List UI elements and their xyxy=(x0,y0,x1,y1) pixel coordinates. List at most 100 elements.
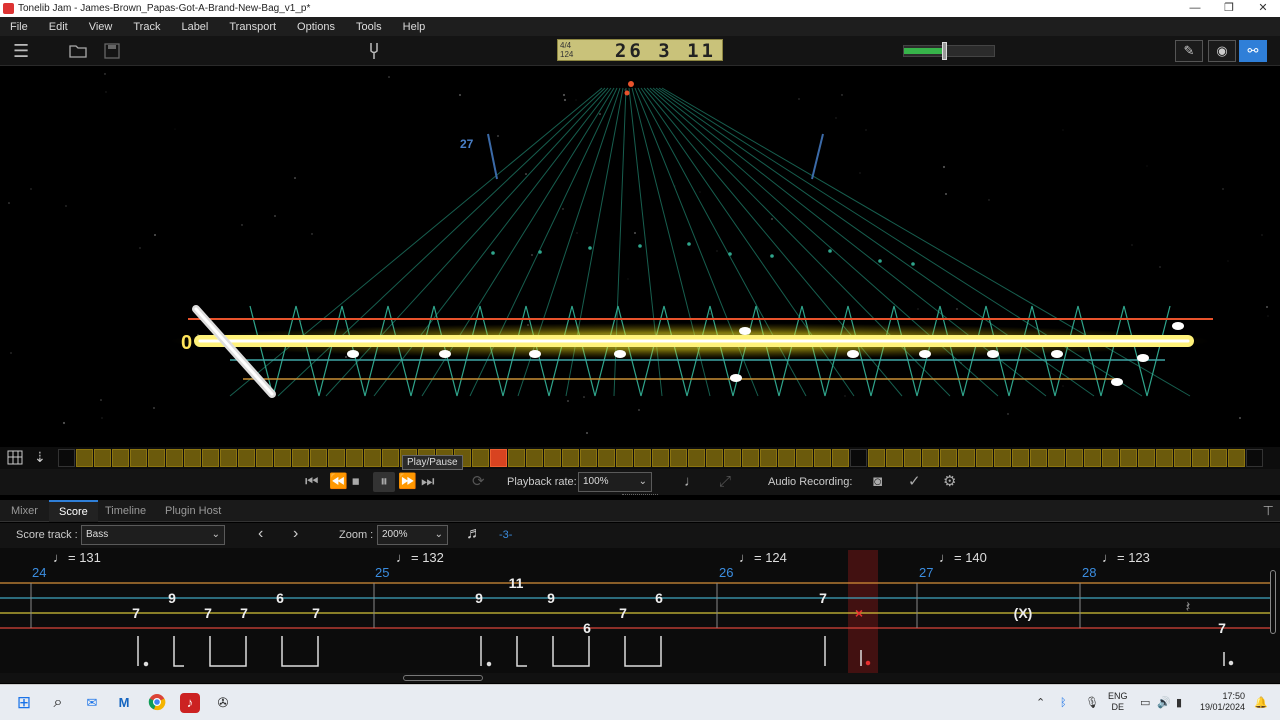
grid-view-icon[interactable] xyxy=(7,450,23,470)
menu-view[interactable]: View xyxy=(89,21,113,33)
tab-note[interactable]: 9 xyxy=(168,590,176,606)
save-icon[interactable] xyxy=(104,36,120,66)
tab-note[interactable]: 7 xyxy=(312,605,320,621)
timeline-bar[interactable] xyxy=(166,449,183,467)
timeline-bar[interactable] xyxy=(328,449,345,467)
chrome-icon[interactable] xyxy=(147,693,167,713)
timeline-bar[interactable] xyxy=(382,449,399,467)
timeline-bar[interactable] xyxy=(1120,449,1137,467)
timeline-bar[interactable] xyxy=(112,449,129,467)
open-folder-icon[interactable] xyxy=(69,36,87,66)
microphone-icon[interactable]: 🎙 xyxy=(1085,685,1099,720)
timeline-bar[interactable] xyxy=(58,449,75,467)
tab-note[interactable]: 7 xyxy=(819,590,827,606)
loop-icon[interactable]: ⟳ xyxy=(472,472,485,492)
timeline-current-bar[interactable] xyxy=(490,449,507,467)
timeline-bar[interactable] xyxy=(976,449,993,467)
horizontal-scrollbar[interactable] xyxy=(0,673,1280,683)
timeline-bar[interactable] xyxy=(616,449,633,467)
tab-note[interactable]: 7 xyxy=(132,605,140,621)
timeline-bar[interactable] xyxy=(850,449,867,467)
timeline-bar[interactable] xyxy=(364,449,381,467)
search-icon[interactable]: ⌕ xyxy=(48,693,68,713)
menu-track[interactable]: Track xyxy=(133,21,160,33)
timeline-bar[interactable] xyxy=(1228,449,1245,467)
timeline-bar[interactable] xyxy=(904,449,921,467)
davinci-icon[interactable]: ✇ xyxy=(213,693,233,713)
view-mode-button[interactable]: ◉ xyxy=(1208,40,1236,62)
tab-note[interactable]: 7 xyxy=(1218,620,1226,636)
timeline-bar[interactable] xyxy=(148,449,165,467)
battery-icon[interactable]: ▮ xyxy=(1176,685,1182,720)
timeline-bar[interactable] xyxy=(346,449,363,467)
metronome-icon[interactable]: ♩ xyxy=(684,472,699,492)
timeline-bars[interactable] xyxy=(58,449,1278,467)
language-indicator[interactable]: ENG DE xyxy=(1108,691,1128,713)
clock[interactable]: 17:50 19/01/2024 xyxy=(1200,691,1245,713)
tab-mixer[interactable]: Mixer xyxy=(1,500,48,522)
timeline-bar[interactable] xyxy=(220,449,237,467)
menu-transport[interactable]: Transport xyxy=(229,21,276,33)
skip-to-start-icon[interactable]: ⏮ xyxy=(305,472,319,492)
timeline-bar[interactable] xyxy=(1174,449,1191,467)
timeline-bar[interactable] xyxy=(1084,449,1101,467)
checkmark-icon[interactable]: ✓ xyxy=(908,472,921,492)
timeline-bar[interactable] xyxy=(1048,449,1065,467)
timeline-bar[interactable] xyxy=(724,449,741,467)
menu-options[interactable]: Options xyxy=(297,21,335,33)
ghost-note[interactable]: (X) xyxy=(1014,605,1033,621)
timeline-bar[interactable] xyxy=(940,449,957,467)
timeline-bar[interactable] xyxy=(598,449,615,467)
timeline-bar[interactable] xyxy=(742,449,759,467)
timeline-bar[interactable] xyxy=(1102,449,1119,467)
record-icon[interactable]: ◙ xyxy=(873,472,882,492)
stop-icon[interactable]: ⏹ xyxy=(352,472,360,492)
timeline-bar[interactable] xyxy=(796,449,813,467)
timeline-bar[interactable] xyxy=(238,449,255,467)
count-in-icon[interactable]: ⤢ xyxy=(719,472,731,492)
show-hidden-icons[interactable]: ⌃ xyxy=(1036,685,1045,720)
zoom-select[interactable]: 200% ⌄ xyxy=(377,525,448,545)
song-timeline[interactable]: ⇣ xyxy=(0,447,1280,469)
note-value-icon[interactable]: ♬ xyxy=(466,525,482,543)
timeline-bar[interactable] xyxy=(292,449,309,467)
m-app-icon[interactable]: M xyxy=(114,693,134,713)
tab-timeline[interactable]: Timeline xyxy=(95,500,156,522)
timeline-bar[interactable] xyxy=(526,449,543,467)
maximize-button[interactable]: ❐ xyxy=(1212,0,1246,17)
timeline-bar[interactable] xyxy=(670,449,687,467)
timeline-bar[interactable] xyxy=(310,449,327,467)
tab-note[interactable]: 7 xyxy=(240,605,248,621)
timeline-bar[interactable] xyxy=(1210,449,1227,467)
sort-down-icon[interactable]: ⇣ xyxy=(34,449,46,466)
tab-plugin-host[interactable]: Plugin Host xyxy=(155,500,231,522)
timeline-bar[interactable] xyxy=(562,449,579,467)
collapse-panel-icon[interactable]: ⊤ xyxy=(1263,503,1274,519)
timeline-bar[interactable] xyxy=(76,449,93,467)
timeline-bar[interactable] xyxy=(1138,449,1155,467)
menu-help[interactable]: Help xyxy=(403,21,426,33)
minimize-button[interactable]: — xyxy=(1178,0,1212,17)
tab-score[interactable]: Score xyxy=(49,500,98,522)
timeline-bar[interactable] xyxy=(184,449,201,467)
edit-mode-button[interactable]: ✎ xyxy=(1175,40,1203,62)
outlook-icon[interactable]: ✉ xyxy=(82,693,102,713)
timeline-bar[interactable] xyxy=(886,449,903,467)
timeline-bar[interactable] xyxy=(544,449,561,467)
menu-label[interactable]: Label xyxy=(181,21,208,33)
timeline-bar[interactable] xyxy=(580,449,597,467)
timeline-bar[interactable] xyxy=(760,449,777,467)
timeline-bar[interactable] xyxy=(1012,449,1029,467)
timeline-bar[interactable] xyxy=(994,449,1011,467)
menu-file[interactable]: File xyxy=(10,21,28,33)
timeline-bar[interactable] xyxy=(706,449,723,467)
timeline-bar[interactable] xyxy=(130,449,147,467)
timeline-bar[interactable] xyxy=(652,449,669,467)
vertical-scrollbar[interactable] xyxy=(1270,570,1276,634)
tab-note[interactable]: 6 xyxy=(276,590,284,606)
timeline-bar[interactable] xyxy=(688,449,705,467)
master-volume-slider[interactable] xyxy=(903,42,995,60)
timeline-bar[interactable] xyxy=(508,449,525,467)
tab-note[interactable]: 9 xyxy=(547,590,555,606)
previous-measure-icon[interactable]: ‹ xyxy=(258,525,263,543)
